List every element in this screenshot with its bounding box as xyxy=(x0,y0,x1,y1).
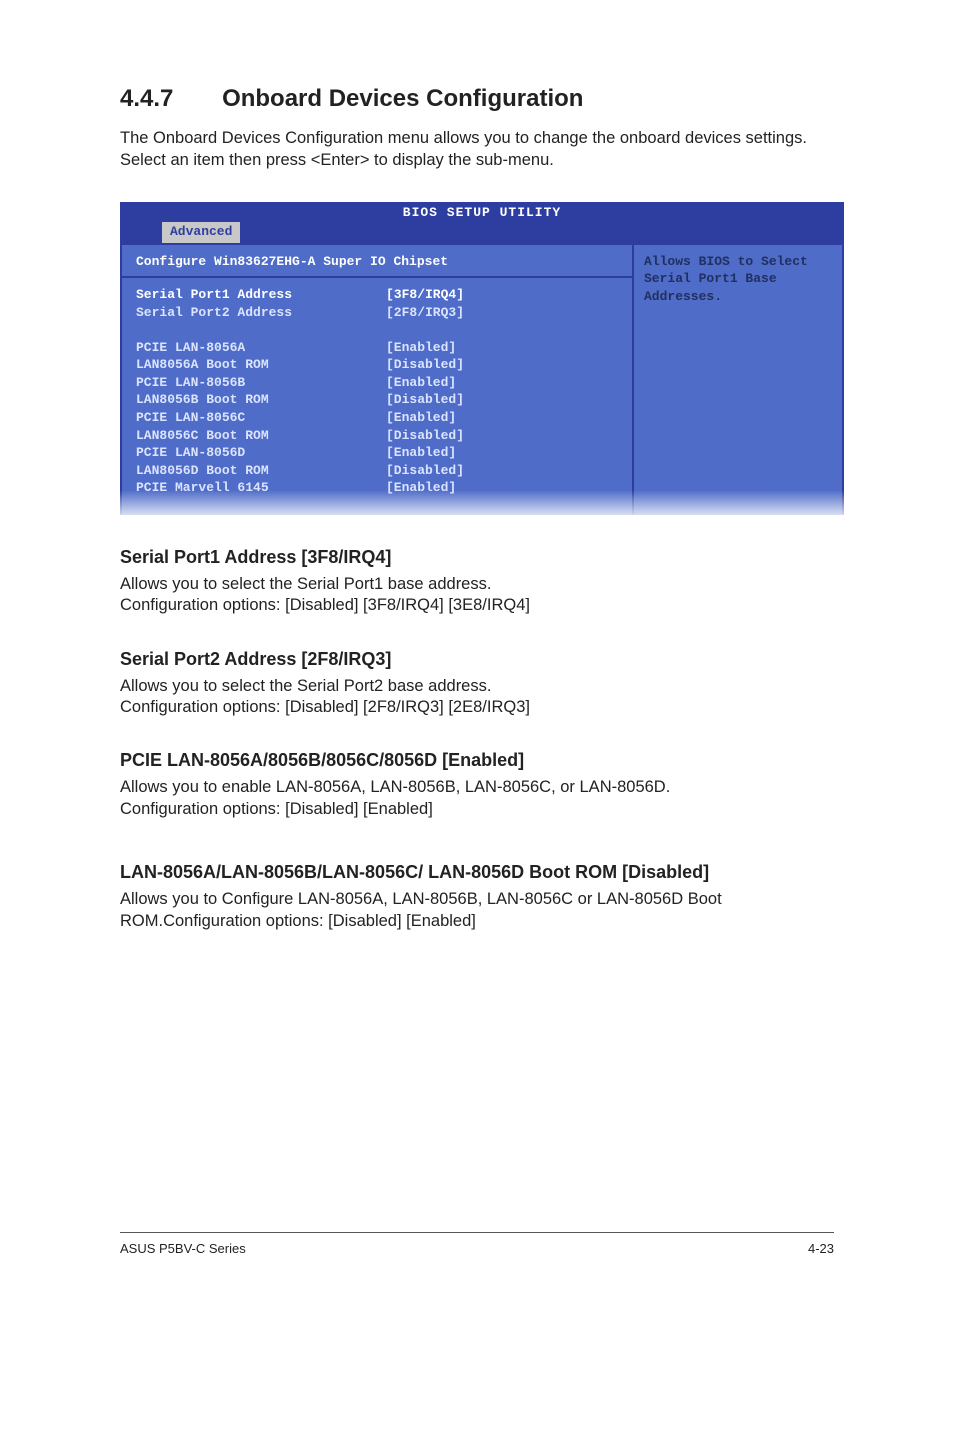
bios-row-label: LAN8056D Boot ROM xyxy=(136,462,386,480)
bios-row-value: [Disabled] xyxy=(386,356,464,374)
sub2-line2: Configuration options: [Disabled] [2F8/I… xyxy=(120,697,844,718)
bios-title: BIOS SETUP UTILITY xyxy=(120,202,844,223)
bios-row-value: [3F8/IRQ4] xyxy=(386,286,464,304)
bios-row-value: [Disabled] xyxy=(386,391,464,409)
bios-row[interactable]: LAN8056C Boot ROM[Disabled] xyxy=(122,427,632,445)
bios-row-value: [Enabled] xyxy=(386,479,456,497)
bios-divider xyxy=(122,276,632,278)
sub2-title: Serial Port2 Address [2F8/IRQ3] xyxy=(120,649,844,670)
sub1-line2: Configuration options: [Disabled] [3F8/I… xyxy=(120,595,844,616)
bios-row[interactable]: Serial Port1 Address[3F8/IRQ4] xyxy=(122,286,632,304)
bios-row-label: PCIE LAN-8056D xyxy=(136,444,386,462)
bios-row-label: PCIE Marvell 6145 xyxy=(136,479,386,497)
bios-row-value: [Enabled] xyxy=(386,339,456,357)
bios-row[interactable]: PCIE Marvell 6145[Enabled] xyxy=(122,479,632,497)
bios-tabbar: Advanced xyxy=(120,222,844,245)
section-heading: 4.4.7 Onboard Devices Configuration xyxy=(120,85,844,113)
bios-row-label: LAN8056C Boot ROM xyxy=(136,427,386,445)
bios-row[interactable]: LAN8056B Boot ROM[Disabled] xyxy=(122,391,632,409)
sub1-line1: Allows you to select the Serial Port1 ba… xyxy=(120,574,844,595)
bios-row-value: [Enabled] xyxy=(386,409,456,427)
bios-row-label: PCIE LAN-8056B xyxy=(136,374,386,392)
bios-tab-advanced[interactable]: Advanced xyxy=(162,222,240,243)
bios-row-value: [Disabled] xyxy=(386,427,464,445)
sub2-line1: Allows you to select the Serial Port2 ba… xyxy=(120,676,844,697)
bios-row-label: Serial Port2 Address xyxy=(136,304,386,322)
bios-row[interactable]: LAN8056D Boot ROM[Disabled] xyxy=(122,462,632,480)
bios-row[interactable]: PCIE LAN-8056C[Enabled] xyxy=(122,409,632,427)
bios-screenshot: BIOS SETUP UTILITY Advanced Configure Wi… xyxy=(120,202,844,515)
bios-row-value: [Disabled] xyxy=(386,462,464,480)
bios-row-label: PCIE LAN-8056A xyxy=(136,339,386,357)
section-number: 4.4.7 xyxy=(120,85,173,113)
sub4-line1: Allows you to Configure LAN-8056A, LAN-8… xyxy=(120,889,844,932)
bios-row-value: [2F8/IRQ3] xyxy=(386,304,464,322)
sub1-title: Serial Port1 Address [3F8/IRQ4] xyxy=(120,547,844,568)
sub3-line1: Allows you to enable LAN-8056A, LAN-8056… xyxy=(120,777,844,798)
bios-row[interactable]: LAN8056A Boot ROM[Disabled] xyxy=(122,356,632,374)
bios-row-value: [Enabled] xyxy=(386,374,456,392)
footer-right: 4-23 xyxy=(808,1241,834,1256)
bios-row[interactable]: PCIE LAN-8056D[Enabled] xyxy=(122,444,632,462)
page-footer: ASUS P5BV-C Series 4-23 xyxy=(120,1232,834,1256)
bios-row-label: PCIE LAN-8056C xyxy=(136,409,386,427)
sub3-title: PCIE LAN-8056A/8056B/8056C/8056D [Enable… xyxy=(120,750,844,771)
bios-row xyxy=(122,321,632,339)
bios-row-value: [Enabled] xyxy=(386,444,456,462)
footer-left: ASUS P5BV-C Series xyxy=(120,1241,246,1256)
bios-left-pane: Configure Win83627EHG-A Super IO Chipset… xyxy=(122,245,632,515)
sub3-line2: Configuration options: [Disabled] [Enabl… xyxy=(120,799,844,820)
section-name: Onboard Devices Configuration xyxy=(222,85,583,113)
bios-row-label: LAN8056B Boot ROM xyxy=(136,391,386,409)
bios-subheading: Configure Win83627EHG-A Super IO Chipset xyxy=(122,253,632,275)
sub4-title: LAN-8056A/LAN-8056B/LAN-8056C/ LAN-8056D… xyxy=(120,862,844,883)
bios-row-label: LAN8056A Boot ROM xyxy=(136,356,386,374)
bios-row[interactable]: PCIE LAN-8056B[Enabled] xyxy=(122,374,632,392)
bios-row[interactable]: Serial Port2 Address[2F8/IRQ3] xyxy=(122,304,632,322)
bios-row[interactable]: PCIE LAN-8056A[Enabled] xyxy=(122,339,632,357)
bios-help-pane: Allows BIOS to Select Serial Port1 Base … xyxy=(632,245,842,515)
section-intro: The Onboard Devices Configuration menu a… xyxy=(120,127,844,172)
bios-row-label: Serial Port1 Address xyxy=(136,286,386,304)
